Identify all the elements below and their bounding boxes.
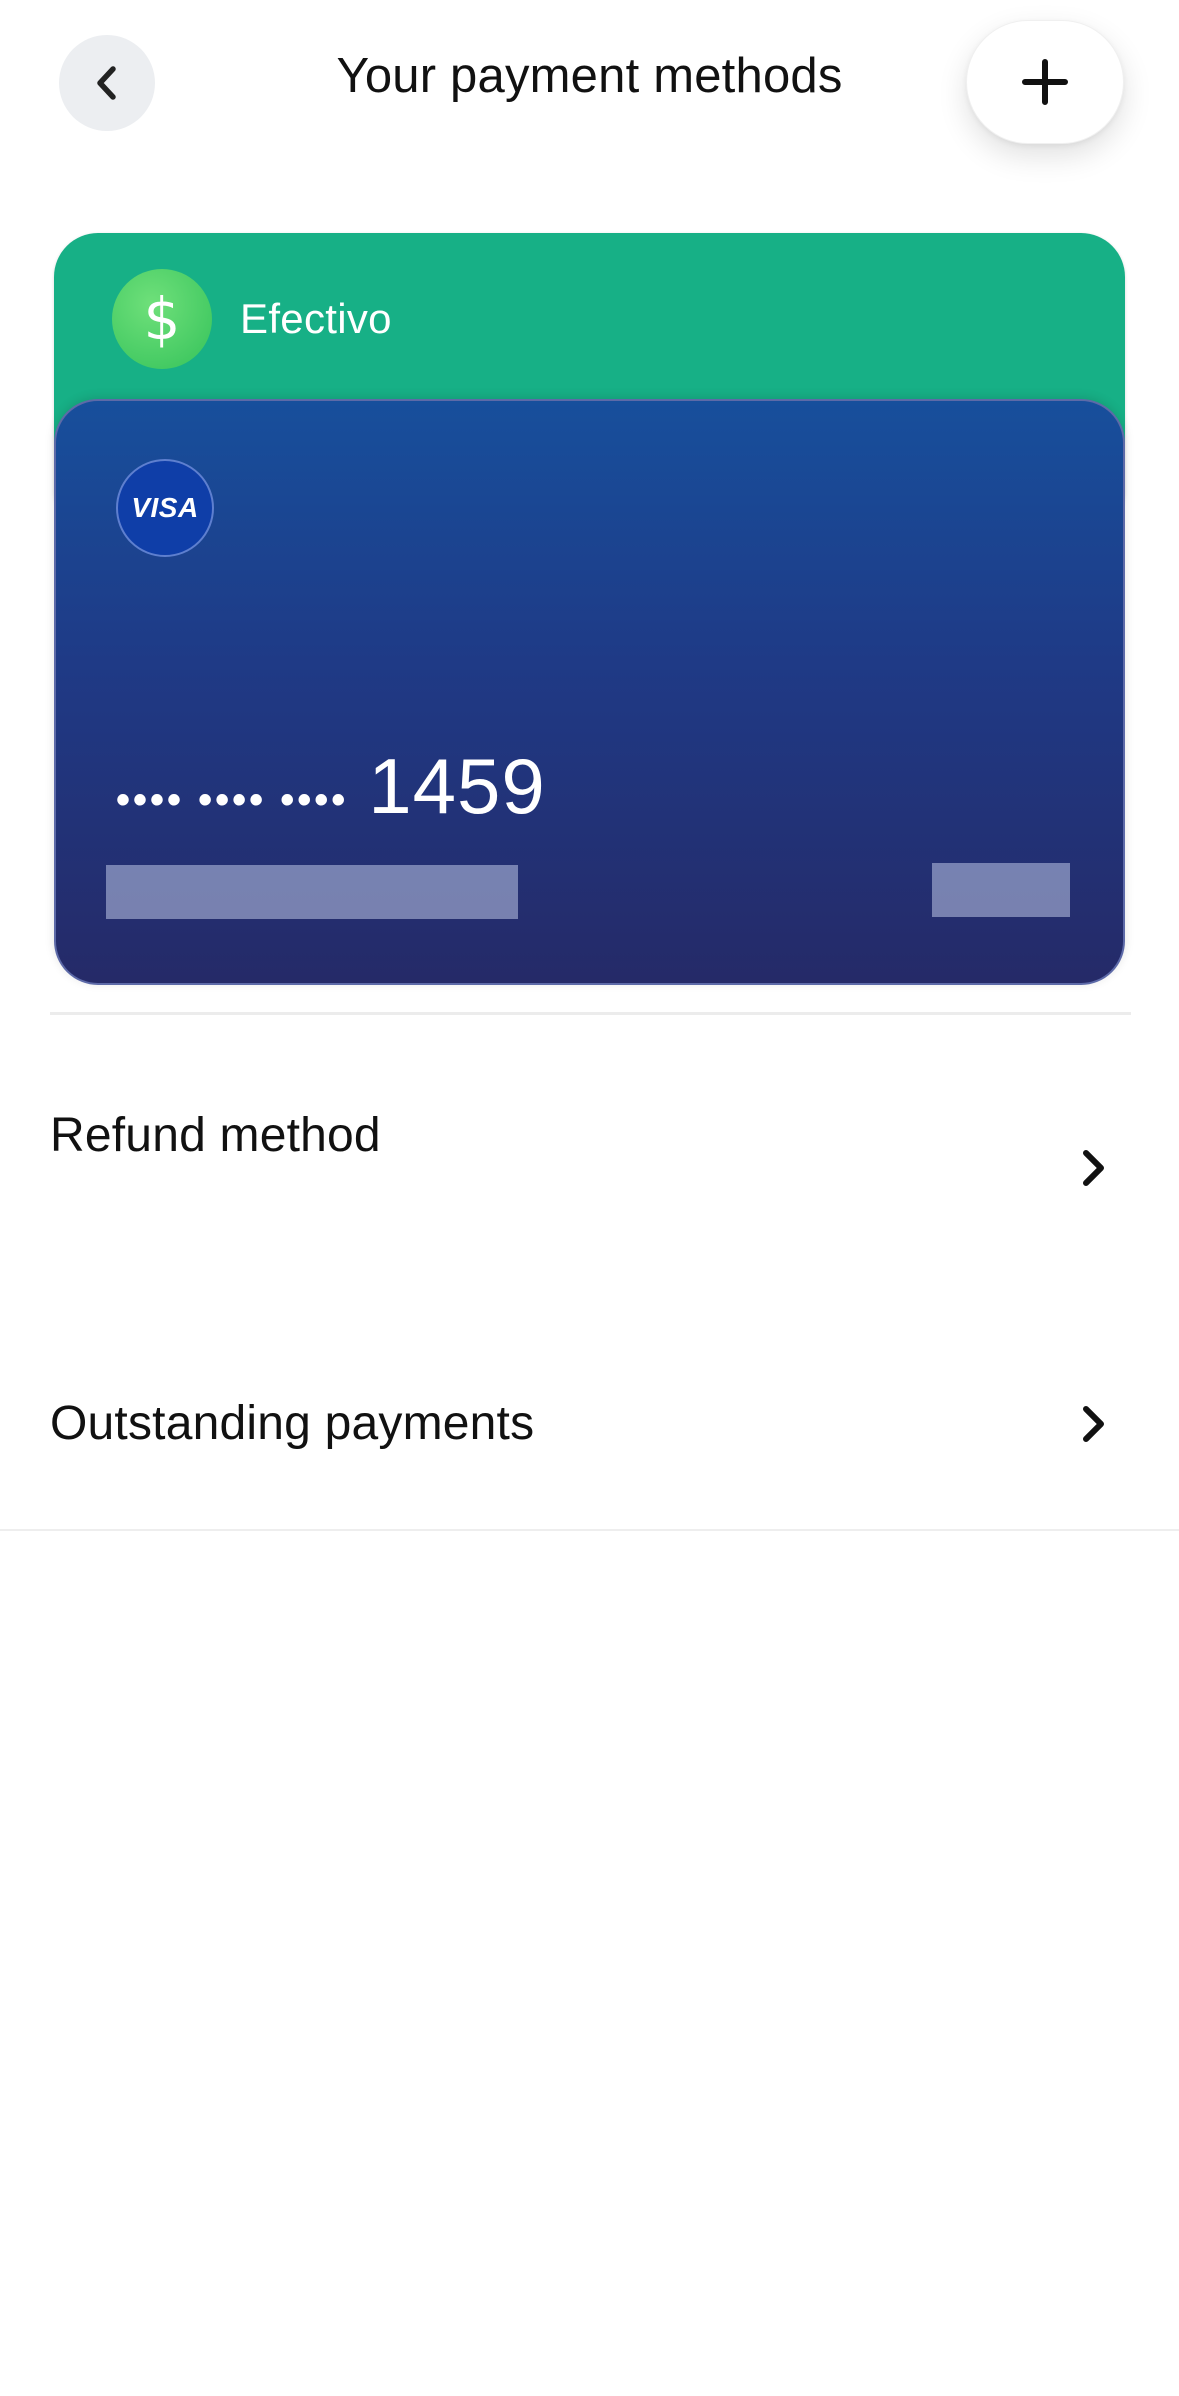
divider	[50, 1012, 1131, 1015]
add-payment-method-button[interactable]	[966, 20, 1124, 144]
refund-method-label: Refund method	[50, 1109, 381, 1162]
card-masked-digits: •••• •••• ••••	[116, 778, 349, 822]
card-expiry-redacted	[932, 863, 1070, 917]
cash-card-label: Efectivo	[240, 295, 392, 342]
card-number: •••• •••• •••• 1459	[116, 741, 546, 832]
refund-method-row[interactable]: Refund method	[0, 1090, 1179, 1290]
dollar-glyph: $	[143, 285, 181, 353]
card-last-four: 1459	[368, 742, 546, 830]
chevron-right-icon	[1083, 1406, 1104, 1442]
outstanding-payments-row[interactable]: Outstanding payments	[0, 1378, 1179, 1528]
payment-methods-screen: Your payment methods $ Efectivo VISA •••…	[0, 0, 1179, 2396]
dollar-icon: $	[112, 269, 212, 369]
outstanding-payments-label: Outstanding payments	[50, 1397, 535, 1450]
visa-brand-text: VISA	[131, 492, 199, 523]
visa-logo-icon: VISA	[116, 459, 214, 557]
visa-payment-card[interactable]: VISA •••• •••• •••• 1459	[54, 399, 1125, 985]
cardholder-name-redacted	[106, 865, 518, 919]
payment-card-stack: $ Efectivo VISA •••• •••• •••• 1459	[54, 233, 1125, 985]
chevron-right-icon	[1083, 1150, 1104, 1186]
divider	[0, 1529, 1179, 1531]
plus-icon	[1022, 59, 1068, 105]
